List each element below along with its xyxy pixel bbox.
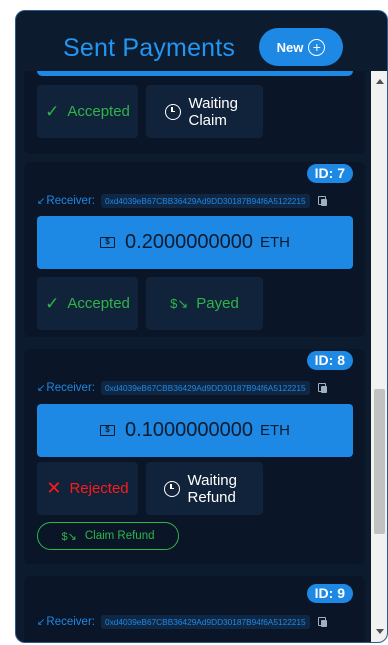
receiver-row: ↙Receiver: 0xd4039eB67CBB36429Ad9DD30187… bbox=[37, 380, 327, 396]
amount-bar-partial bbox=[37, 71, 353, 76]
status-accepted: ✓ Accepted bbox=[37, 85, 138, 138]
payments-list[interactable]: ✓ Accepted Waiting Claim ID: 7 ↙Receiver… bbox=[16, 71, 373, 642]
receiver-label: ↙Receiver: bbox=[37, 616, 95, 628]
copy-icon[interactable] bbox=[317, 196, 327, 206]
status-waiting-refund: Waiting Refund bbox=[146, 462, 263, 515]
amount-display: $ 0.2000000000 ETH bbox=[37, 216, 353, 269]
claim-refund-button[interactable]: $↘ Claim Refund bbox=[37, 522, 179, 550]
money-icon: $ bbox=[100, 237, 116, 248]
receiver-label: ↙Receiver: bbox=[37, 195, 95, 207]
receiver-label: ↙Receiver: bbox=[37, 382, 95, 394]
status-rejected: ✕ Rejected bbox=[37, 462, 138, 515]
new-button-label: New bbox=[276, 39, 304, 55]
vertical-scrollbar[interactable] bbox=[371, 71, 387, 642]
page-title: Sent Payments bbox=[63, 34, 236, 62]
status-payed: $↘ Payed bbox=[146, 277, 263, 330]
status-label: Accepted bbox=[67, 295, 130, 312]
arrow-down-left-icon: ↙ bbox=[37, 196, 46, 207]
clock-icon bbox=[163, 480, 180, 497]
arrow-down-left-icon: ↙ bbox=[37, 617, 46, 628]
amount-value: 0.2000000000 bbox=[125, 231, 253, 253]
scrollbar-thumb[interactable] bbox=[374, 389, 385, 534]
copy-icon[interactable] bbox=[317, 383, 327, 393]
status-label: Rejected bbox=[69, 480, 129, 497]
claim-state-label: Waiting Claim bbox=[188, 94, 238, 129]
amount-display: $ 0.1000000000 ETH bbox=[37, 404, 353, 457]
receiver-address: 0xd4039eB67CBB36429Ad9DD30187B94f6A51222… bbox=[100, 381, 310, 395]
receiver-address: 0xd4039eB67CBB36429Ad9DD30187B94f6A51222… bbox=[100, 194, 310, 208]
money-icon: $ bbox=[100, 425, 116, 436]
amount-unit: ETH bbox=[259, 422, 290, 439]
status-waiting-claim: Waiting Claim bbox=[146, 85, 263, 138]
payment-id-badge: ID: 9 bbox=[306, 584, 353, 603]
new-payment-button[interactable]: New + bbox=[259, 28, 343, 66]
claim-refund-label: Claim Refund bbox=[84, 530, 155, 542]
sent-payments-panel: Sent Payments New + ✓ Accepted Waiting C… bbox=[15, 10, 388, 643]
x-icon: ✕ bbox=[46, 478, 62, 498]
amount-value: 0.1000000000 bbox=[125, 419, 253, 441]
receiver-row: ↙Receiver: 0xd4039eB67CBB36429Ad9DD30187… bbox=[37, 193, 327, 209]
claim-state-label: Waiting Refund bbox=[187, 471, 237, 506]
receiver-row: ↙Receiver: 0xd4039eB67CBB36429Ad9DD30187… bbox=[37, 614, 327, 630]
status-label: Accepted bbox=[67, 103, 130, 120]
dollar-arrow-icon: $↘ bbox=[61, 530, 77, 543]
check-icon: ✓ bbox=[45, 101, 60, 121]
status-accepted: ✓ Accepted bbox=[37, 277, 138, 330]
dollar-arrow-icon: $↘ bbox=[170, 295, 189, 311]
arrow-down-left-icon: ↙ bbox=[37, 383, 46, 394]
check-icon: ✓ bbox=[45, 293, 60, 313]
payment-id-badge: ID: 7 bbox=[306, 164, 353, 183]
plus-circle-icon: + bbox=[308, 38, 326, 56]
receiver-address: 0xd4039eB67CBB36429Ad9DD30187B94f6A51222… bbox=[100, 615, 310, 629]
amount-unit: ETH bbox=[259, 234, 290, 251]
copy-icon[interactable] bbox=[317, 617, 327, 627]
scroll-up-arrow-icon[interactable] bbox=[376, 79, 384, 84]
payment-id-badge: ID: 8 bbox=[306, 351, 353, 370]
clock-icon bbox=[164, 103, 181, 120]
scroll-down-arrow-icon[interactable] bbox=[376, 629, 384, 634]
claim-state-label: Payed bbox=[196, 295, 239, 312]
